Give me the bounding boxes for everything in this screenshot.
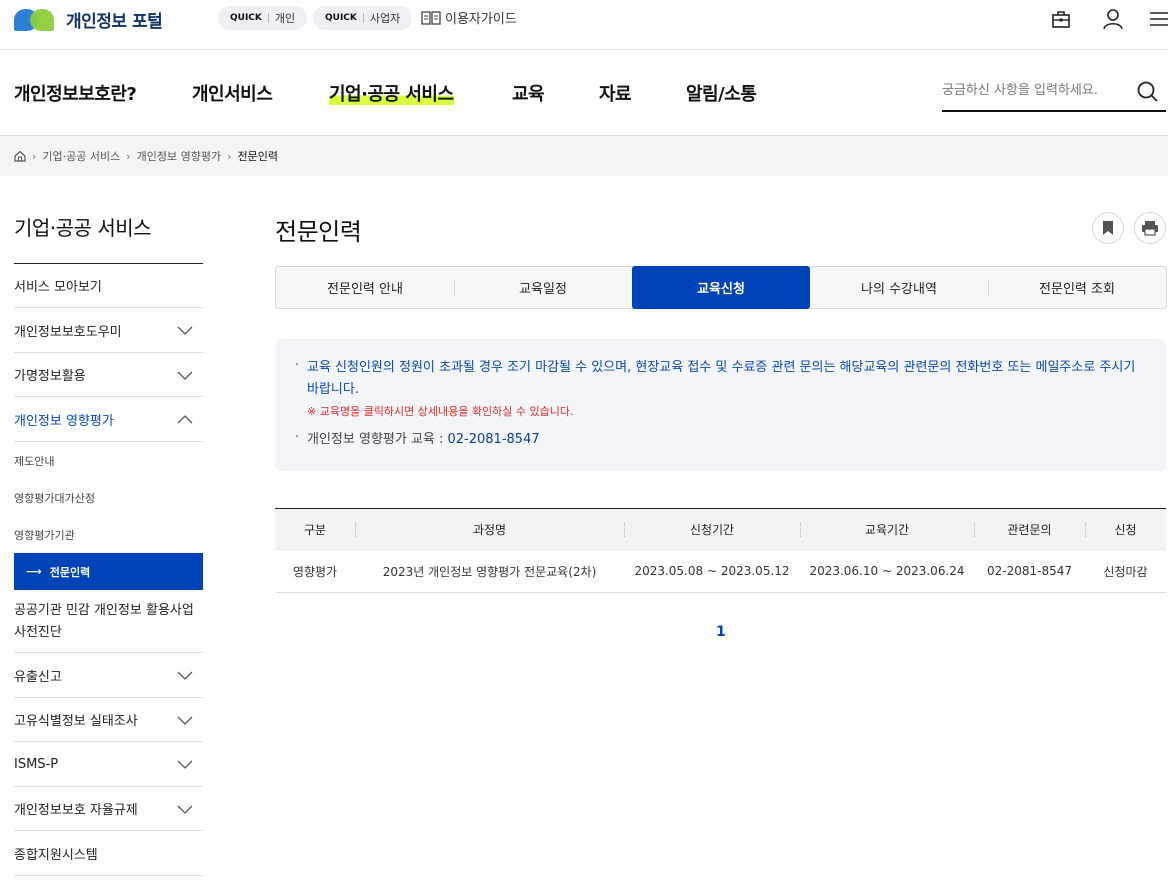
top-bar: 개인정보 포털 QUICK 개인 QUICK 사업자 이용자가이드 <box>0 0 1168 50</box>
quick-business-label: 사업자 <box>369 12 401 25</box>
portal-logo[interactable]: 개인정보 포털 <box>14 6 163 32</box>
notice-line: 교육 신청인원의 정원이 초과될 경우 조기 마감될 수 있으며, 현장교육 접… <box>295 355 1142 401</box>
col-header: 신청기간 <box>624 508 800 551</box>
sidebar-item-public-diagnosis[interactable]: 공공기관 민감 개인정보 활용사업 사전진단 <box>14 590 203 653</box>
sidebar-item-service-all[interactable]: 서비스 모아보기 <box>14 264 203 308</box>
gnb-item-personal[interactable]: 개인서비스 <box>192 80 273 106</box>
user-guide-label: 이용자가이드 <box>445 12 517 27</box>
col-header: 과정명 <box>355 508 624 551</box>
bookmark-button[interactable] <box>1092 212 1124 244</box>
tab-schedule[interactable]: 교육일정 <box>454 267 632 308</box>
arrow-right-icon: ⟶ <box>26 565 42 578</box>
col-header: 구분 <box>275 508 355 551</box>
table-header-row: 구분 과정명 신청기간 교육기간 관련문의 신청 <box>275 508 1166 551</box>
menu-icon[interactable] <box>1146 6 1168 32</box>
cell-contact: 02-2081-8547 <box>974 550 1085 593</box>
notice-box: 교육 신청인원의 정원이 초과될 경우 조기 마감될 수 있으며, 현장교육 접… <box>275 339 1166 471</box>
gnb-item-resources[interactable]: 자료 <box>599 80 632 106</box>
sidebar-item-support-system[interactable]: 종합지원시스템 <box>14 831 203 876</box>
pagination-current-page[interactable]: 1 <box>716 624 726 640</box>
course-name-link[interactable]: 2023년 개인정보 영향평가 전문교육(2차) <box>355 550 624 593</box>
book-icon <box>421 10 441 25</box>
home-icon[interactable] <box>14 150 26 162</box>
course-table: 구분 과정명 신청기간 교육기간 관련문의 신청 영향평가 2023년 개인정보… <box>275 508 1166 593</box>
contact-number: 02-2081-8547 <box>447 432 540 447</box>
sidebar-subitem-cost[interactable]: 영향평가대가산정 <box>14 479 203 516</box>
sidebar-item-self-regulation[interactable]: 개인정보보호 자율규제 <box>14 787 203 831</box>
global-nav: 개인정보보호란? 개인서비스 기업·공공 서비스 교육 자료 알림/소통 <box>0 50 1168 136</box>
breadcrumb-item[interactable]: 기업·공공 서비스 <box>42 148 120 164</box>
cell-edu-period: 2023.06.10 ~ 2023.06.24 <box>800 550 974 593</box>
page-title: 전문인력 <box>275 218 362 246</box>
search-icon[interactable] <box>1136 80 1160 104</box>
tab-application[interactable]: 교육신청 <box>632 266 810 309</box>
logo-text: 개인정보 포털 <box>66 11 163 32</box>
quick-tag: QUICK <box>325 13 357 23</box>
sidebar-title: 기업·공공 서비스 <box>14 176 203 264</box>
sidebar-item-privacy-helper[interactable]: 개인정보보호도우미 <box>14 308 203 353</box>
chevron-down-icon <box>177 805 193 814</box>
sidebar-subitem-system[interactable]: 제도안내 <box>14 442 203 479</box>
quick-personal-label: 개인 <box>274 12 296 25</box>
chevron-down-icon <box>177 326 193 335</box>
user-icon[interactable] <box>1100 6 1126 32</box>
chevron-down-icon <box>177 371 193 380</box>
tab-bar: 전문인력 안내 교육일정 교육신청 나의 수강내역 전문인력 조회 <box>275 266 1167 309</box>
quick-business-button[interactable]: QUICK 사업자 <box>313 6 413 30</box>
quick-tag: QUICK <box>230 13 262 23</box>
cell-status: 신청마감 <box>1085 550 1166 593</box>
sidebar-item-impact-assessment[interactable]: 개인정보 영향평가 <box>14 397 203 442</box>
sidebar-item-pseudonym[interactable]: 가명정보활용 <box>14 353 203 397</box>
print-icon <box>1142 221 1158 236</box>
cell-apply-period: 2023.05.08 ~ 2023.05.12 <box>624 550 800 593</box>
tab-my-courses[interactable]: 나의 수강내역 <box>810 267 988 308</box>
chevron-down-icon <box>177 671 193 680</box>
breadcrumb: › 기업·공공 서비스 › 개인정보 영향평가 › 전문인력 <box>0 136 1168 176</box>
tab-expert-guide[interactable]: 전문인력 안내 <box>276 267 454 308</box>
gnb-item-about[interactable]: 개인정보보호란? <box>14 80 137 106</box>
bookmark-icon <box>1103 221 1113 235</box>
quick-personal-button[interactable]: QUICK 개인 <box>218 6 308 30</box>
cell-category: 영향평가 <box>275 550 355 593</box>
notice-warning: ※ 교육명을 클릭하시면 상세내용을 확인하실 수 있습니다. <box>307 405 574 418</box>
sidebar-item-leak-report[interactable]: 유출신고 <box>14 653 203 698</box>
sidebar-subitem-experts[interactable]: ⟶ 전문인력 <box>14 553 203 590</box>
search-input[interactable] <box>942 78 1132 102</box>
notice-contact: 개인정보 영향평가 교육 : 02-2081-8547 <box>295 427 1142 451</box>
breadcrumb-item[interactable]: 개인정보 영향평가 <box>137 148 221 164</box>
gnb-item-notice[interactable]: 알림/소통 <box>686 80 757 106</box>
table-row: 영향평가 2023년 개인정보 영향평가 전문교육(2차) 2023.05.08… <box>275 550 1166 593</box>
gnb-item-education[interactable]: 교육 <box>512 80 545 106</box>
tab-expert-search[interactable]: 전문인력 조회 <box>988 267 1166 308</box>
col-header: 신청 <box>1085 508 1166 551</box>
sidebar-subitem-agencies[interactable]: 영향평가기관 <box>14 516 203 553</box>
user-guide-link[interactable]: 이용자가이드 <box>421 8 517 27</box>
sidebar-item-unique-id-survey[interactable]: 고유식별정보 실태조사 <box>14 698 203 742</box>
col-header: 교육기간 <box>800 508 974 551</box>
print-button[interactable] <box>1134 212 1166 244</box>
sidebar-item-isms-p[interactable]: ISMS-P <box>14 742 203 787</box>
sidebar: 기업·공공 서비스 서비스 모아보기 개인정보보호도우미 가명정보활용 개인정보… <box>14 176 203 876</box>
chevron-down-icon <box>177 716 193 725</box>
bag-icon[interactable] <box>1048 6 1074 32</box>
col-header: 관련문의 <box>974 508 1085 551</box>
gnb-item-business[interactable]: 기업·공공 서비스 <box>329 80 454 106</box>
chevron-down-icon <box>177 760 193 769</box>
logo-mark-icon <box>14 6 56 32</box>
search-box <box>942 78 1166 112</box>
chevron-up-icon <box>177 415 193 424</box>
breadcrumb-current: 전문인력 <box>237 150 279 163</box>
